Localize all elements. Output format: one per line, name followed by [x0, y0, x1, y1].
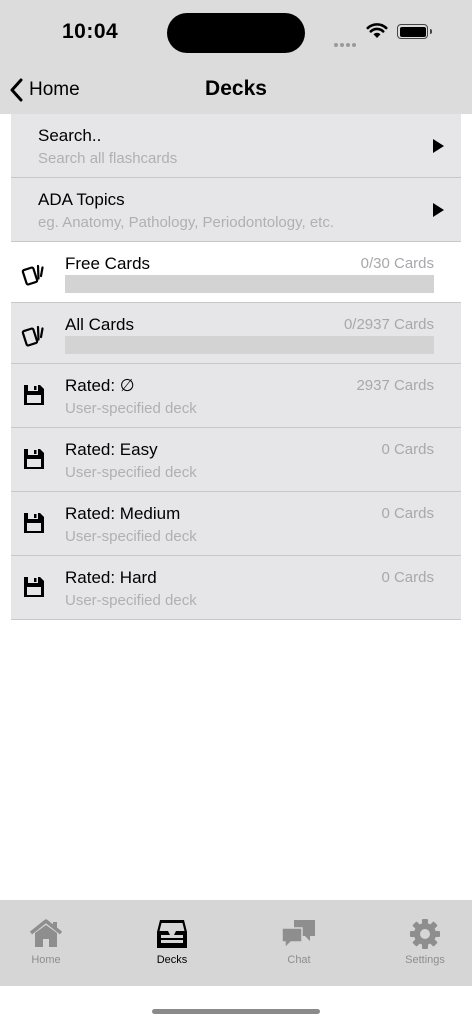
deck-progress-bar — [65, 336, 434, 354]
tab-settings[interactable]: Settings — [366, 900, 472, 986]
wifi-icon — [366, 23, 388, 38]
search-subtitle: Search all flashcards — [38, 150, 178, 167]
page-title: Decks — [205, 77, 267, 100]
search-row[interactable]: Search.. Search all flashcards — [11, 114, 461, 178]
tab-chat[interactable]: Chat — [240, 900, 358, 986]
deck-subtitle: User-specified deck — [65, 400, 197, 417]
navigation-bar: Home Decks — [0, 64, 472, 114]
deck-card-count: 2937 Cards — [356, 377, 434, 394]
play-arrow-icon — [433, 139, 444, 153]
cards-icon — [21, 325, 44, 347]
floppy-disk-icon — [24, 449, 44, 469]
dynamic-island — [167, 13, 305, 53]
tab-home[interactable]: Home — [0, 900, 105, 986]
deck-card-count: 0 Cards — [381, 569, 434, 586]
deck-title: Free Cards — [65, 254, 151, 273]
ada-topics-title: ADA Topics — [38, 190, 125, 209]
deck-title: Rated: Medium — [65, 504, 181, 523]
tab-label: Decks — [156, 954, 188, 966]
tab-label: Home — [31, 954, 61, 966]
floppy-disk-icon — [24, 385, 44, 405]
deck-row-free-cards[interactable]: Free Cards 0/30 Cards — [11, 242, 461, 303]
tab-label: Settings — [405, 954, 445, 966]
deck-title: All Cards — [65, 315, 134, 334]
deck-title: Rated: Hard — [65, 568, 157, 587]
deck-row-rated-none[interactable]: Rated: ∅ User-specified deck 2937 Cards — [11, 364, 461, 428]
deck-row-rated-hard[interactable]: Rated: Hard User-specified deck 0 Cards — [11, 556, 461, 620]
deck-subtitle: User-specified deck — [65, 528, 197, 545]
home-indicator — [152, 1009, 320, 1014]
tab-label: Chat — [287, 954, 311, 966]
search-title: Search.. — [38, 126, 102, 145]
deck-card-count: 0/2937 Cards — [343, 316, 434, 333]
play-arrow-icon — [433, 203, 444, 217]
floppy-disk-icon — [24, 513, 44, 533]
deck-card-count: 0/30 Cards — [360, 255, 434, 272]
status-time: 10:04 — [62, 20, 119, 43]
deck-list: Search.. Search all flashcards ADA Topic… — [11, 114, 461, 620]
gear-icon — [410, 919, 440, 949]
deck-title: Rated: Easy — [65, 440, 158, 459]
cards-icon — [21, 264, 44, 286]
tab-decks[interactable]: Decks — [113, 900, 231, 986]
battery-icon — [397, 24, 432, 39]
deck-progress-bar — [65, 275, 434, 293]
cellular-signal-icon — [334, 34, 358, 52]
status-bar: 10:04 — [0, 0, 472, 64]
ada-topics-row[interactable]: ADA Topics eg. Anatomy, Pathology, Perio… — [11, 178, 461, 242]
deck-subtitle: User-specified deck — [65, 592, 197, 609]
deck-row-rated-easy[interactable]: Rated: Easy User-specified deck 0 Cards — [11, 428, 461, 492]
inbox-tray-icon — [157, 920, 187, 948]
deck-card-count: 0 Cards — [381, 441, 434, 458]
floppy-disk-icon — [24, 577, 44, 597]
deck-subtitle: User-specified deck — [65, 464, 197, 481]
deck-card-count: 0 Cards — [381, 505, 434, 522]
tab-bar: Home Decks Chat Settings — [0, 900, 472, 986]
ada-topics-subtitle: eg. Anatomy, Pathology, Periodontology, … — [38, 214, 335, 231]
home-icon — [29, 919, 63, 947]
deck-title: Rated: ∅ — [65, 376, 135, 395]
chat-bubbles-icon — [281, 920, 315, 950]
deck-row-all-cards[interactable]: All Cards 0/2937 Cards — [11, 303, 461, 364]
deck-row-rated-medium[interactable]: Rated: Medium User-specified deck 0 Card… — [11, 492, 461, 556]
